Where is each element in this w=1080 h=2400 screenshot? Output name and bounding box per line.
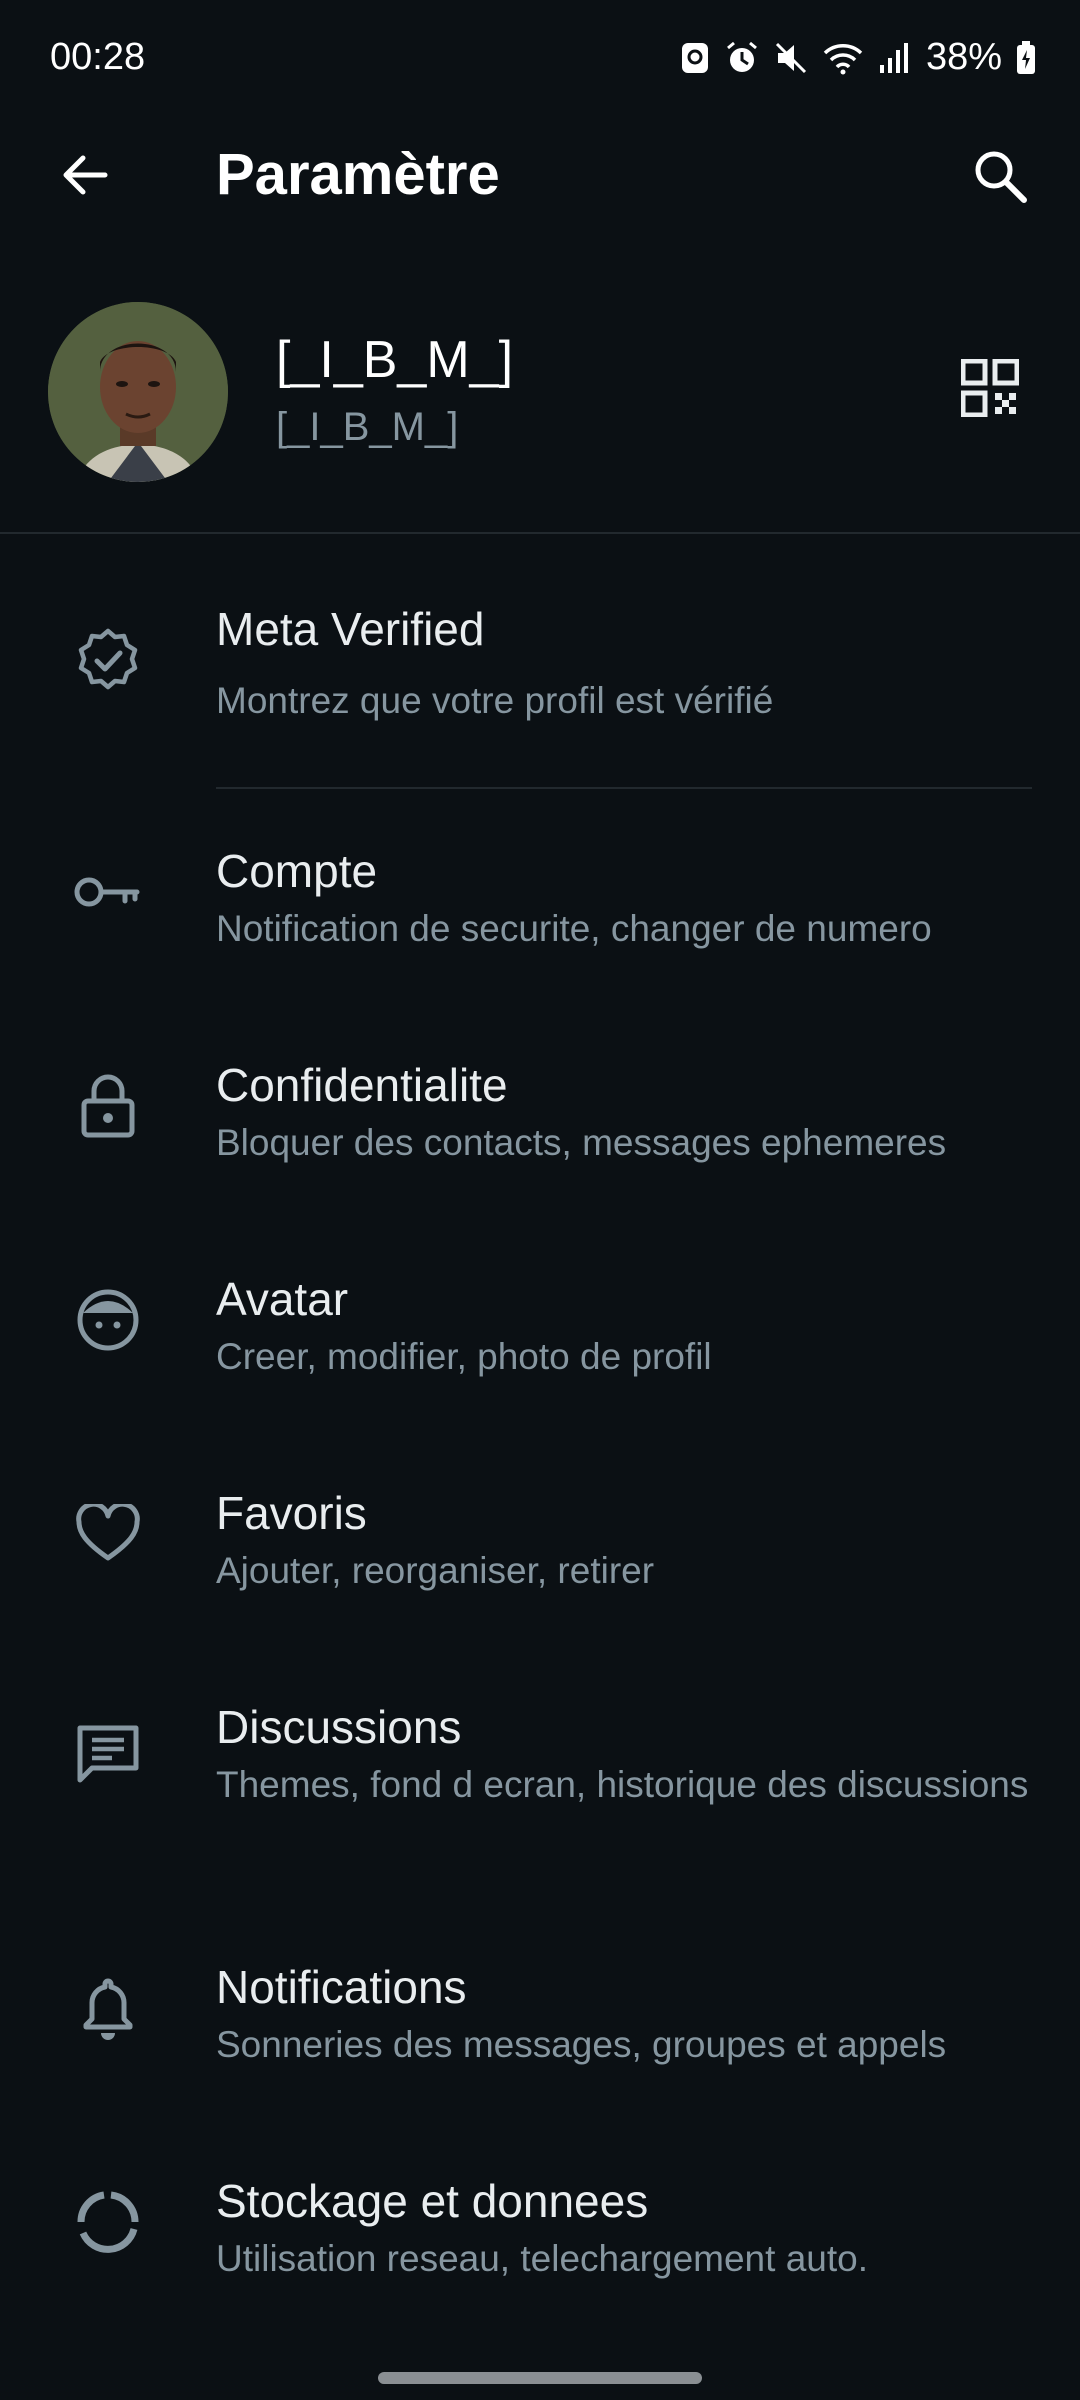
status-bar: 00:28 38% <box>0 0 1080 120</box>
setting-title: Stockage et donnees <box>216 2175 649 2227</box>
page-title: Paramètre <box>216 142 500 207</box>
setting-title: Favoris <box>216 1487 367 1539</box>
search-icon <box>971 147 1029 210</box>
avatar[interactable] <box>48 302 228 482</box>
storage-icon <box>68 2182 148 2262</box>
verified-badge-icon <box>68 620 148 700</box>
divider <box>0 532 1080 534</box>
setting-title: Meta Verified <box>216 603 485 655</box>
qr-code-button[interactable] <box>950 350 1030 430</box>
setting-title: Notifications <box>216 1961 467 2013</box>
setting-subtitle: Sonneries des messages, groupes et appel… <box>216 2024 947 2065</box>
profile-name: [_I_B_M_] <box>276 331 514 389</box>
home-indicator[interactable] <box>378 2372 702 2384</box>
profile-about: [_I_B_M_] <box>276 405 459 449</box>
key-icon <box>68 852 148 932</box>
setting-favorites[interactable]: Favoris Ajouter, reorganiser, retirer <box>0 1472 1080 1642</box>
vpn-icon <box>680 41 710 75</box>
setting-meta-verified[interactable]: Meta Verified Montrez que votre profil e… <box>0 580 1080 780</box>
back-button[interactable] <box>44 142 124 212</box>
bell-icon <box>68 1968 148 2048</box>
battery-charging-icon <box>1016 40 1036 75</box>
app-bar: Paramètre <box>0 120 1080 230</box>
setting-title: Compte <box>216 845 378 897</box>
chat-icon <box>68 1714 148 1794</box>
qr-code-icon <box>960 358 1020 422</box>
setting-subtitle: Notification de securite, changer de num… <box>216 908 932 949</box>
divider <box>216 787 1032 789</box>
setting-account[interactable]: Compte Notification de securite, changer… <box>0 830 1080 1000</box>
setting-storage[interactable]: Stockage et donnees Utilisation reseau, … <box>0 2160 1080 2330</box>
setting-title: Confidentialite <box>216 1059 508 1111</box>
lock-icon <box>68 1066 148 1146</box>
setting-notifications[interactable]: Notifications Sonneries des messages, gr… <box>0 1946 1080 2116</box>
setting-title: Avatar <box>216 1273 349 1325</box>
setting-chats[interactable]: Discussions Themes, fond d ecran, histor… <box>0 1686 1080 1886</box>
avatar-face-icon <box>68 1280 148 1360</box>
setting-subtitle: Creer, modifier, photo de profil <box>216 1336 712 1377</box>
setting-title: Discussions <box>216 1701 462 1753</box>
setting-subtitle: Bloquer des contacts, messages ephemeres <box>216 1122 947 1163</box>
alarm-icon <box>724 40 760 76</box>
setting-subtitle: Themes, fond d ecran, historique des dis… <box>216 1764 1029 1805</box>
status-icons: 38% <box>680 36 1036 79</box>
wifi-icon <box>822 41 864 75</box>
mute-icon <box>774 41 808 75</box>
search-button[interactable] <box>960 138 1040 218</box>
arrow-left-icon <box>57 148 111 207</box>
signal-icon <box>878 41 908 75</box>
setting-subtitle: Montrez que votre profil est vérifié <box>216 680 774 721</box>
heart-icon <box>68 1494 148 1574</box>
status-time: 00:28 <box>50 36 146 78</box>
profile-row[interactable]: [_I_B_M_] [_I_B_M_] <box>0 280 1080 530</box>
setting-avatar[interactable]: Avatar Creer, modifier, photo de profil <box>0 1258 1080 1428</box>
setting-subtitle: Ajouter, reorganiser, retirer <box>216 1550 655 1591</box>
battery-percent: 38% <box>925 36 1002 78</box>
setting-subtitle: Utilisation reseau, telechargement auto. <box>216 2238 868 2279</box>
setting-privacy[interactable]: Confidentialite Bloquer des contacts, me… <box>0 1044 1080 1214</box>
